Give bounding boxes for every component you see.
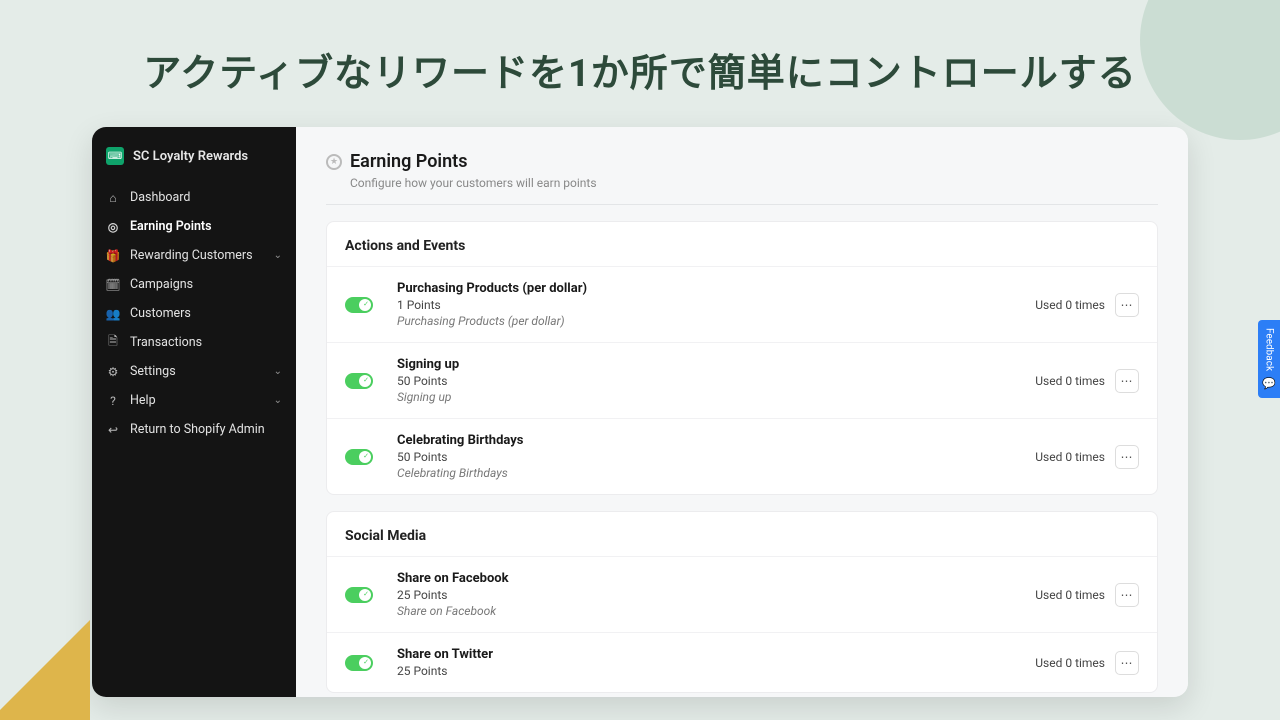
nav-icon: ⚙ [106, 365, 120, 379]
event-title: Purchasing Products (per dollar) [397, 281, 1035, 296]
sidebar-nav: ⌂ Dashboard ◎ Earning Points 🎁 Rewarding Cust… [92, 183, 296, 444]
used-count: Used 0 times [1035, 656, 1105, 670]
sidebar-item-dashboard[interactable]: ⌂ Dashboard [92, 183, 296, 212]
page-title: Earning Points [350, 151, 467, 172]
nav-label: Settings [130, 364, 176, 379]
used-count: Used 0 times [1035, 450, 1105, 464]
used-count: Used 0 times [1035, 374, 1105, 388]
event-points: 50 Points [397, 450, 1035, 464]
nav-label: Transactions [130, 335, 202, 350]
nav-icon: 🗓 [106, 278, 120, 292]
event-title: Share on Facebook [397, 571, 1035, 586]
nav-icon: ↩ [106, 423, 120, 437]
nav-label: Return to Shopify Admin [130, 422, 265, 437]
nav-label: Customers [130, 306, 191, 321]
section-title: Actions and Events [327, 222, 1157, 266]
more-button[interactable]: ⋯ [1115, 583, 1139, 607]
nav-icon: 👥 [106, 307, 120, 321]
nav-icon: 🎁 [106, 249, 120, 263]
sidebar-item-earning-points[interactable]: ◎ Earning Points [92, 212, 296, 241]
toggle-switch[interactable]: ✓ [345, 587, 373, 603]
more-button[interactable]: ⋯ [1115, 293, 1139, 317]
event-content: Share on Twitter 25 Points [397, 647, 1035, 678]
main-content: ★ Earning Points Configure how your cust… [296, 127, 1188, 697]
chevron-down-icon: ⌄ [274, 366, 282, 377]
event-title: Celebrating Birthdays [397, 433, 1035, 448]
nav-icon: 🗎 [106, 336, 120, 350]
event-content: Share on Facebook 25 Points Share on Faceb… [397, 571, 1035, 618]
used-count: Used 0 times [1035, 298, 1105, 312]
page-header: ★ Earning Points Configure how your cust… [326, 151, 1158, 205]
sidebar-item-rewarding-customers[interactable]: 🎁 Rewarding Customers ⌄ [92, 241, 296, 270]
event-row: ✓ Signing up 50 Points Signing upUsed 0 tim… [327, 342, 1157, 418]
sidebar-item-return-to-shopify-admin[interactable]: ↩ Return to Shopify Admin [92, 415, 296, 444]
used-count: Used 0 times [1035, 588, 1105, 602]
star-circle-icon: ★ [326, 154, 342, 170]
event-content: Signing up 50 Points Signing up [397, 357, 1035, 404]
event-row: ✓Celebrating Birthdays50 PointsCelebrati… [327, 418, 1157, 494]
toggle-switch[interactable]: ✓ [345, 373, 373, 389]
sidebar-item-campaigns[interactable]: 🗓 Campaigns [92, 270, 296, 299]
nav-icon: ? [106, 394, 120, 408]
nav-icon: ⌂ [106, 191, 120, 205]
nav-label: Rewarding Customers [130, 248, 253, 263]
event-row: ✓ Share on Twitter 25 PointsUsed 0 times ⋯ [327, 632, 1157, 692]
event-description: Purchasing Products (per dollar) [397, 314, 1035, 328]
marketing-headline: アクティブなリワードを1か所で簡単にコントロールする [0, 0, 1280, 127]
chevron-down-icon: ⌄ [274, 250, 282, 261]
section-card: Social Media✓Share on Facebook25 PointsS… [326, 511, 1158, 693]
event-points: 25 Points [397, 588, 1035, 602]
event-meta: Used 0 times ⋯ [1035, 583, 1139, 607]
toggle-switch[interactable]: ✓ [345, 655, 373, 671]
section-card: Actions and Events ✓ Purchasing Products (… [326, 221, 1158, 495]
sidebar-item-settings[interactable]: ⚙ Settings ⌄ [92, 357, 296, 386]
event-meta: Used 0 times ⋯ [1035, 369, 1139, 393]
nav-label: Campaigns [130, 277, 193, 292]
event-content: Purchasing Products (per dollar) 1 Points… [397, 281, 1035, 328]
more-button[interactable]: ⋯ [1115, 445, 1139, 469]
brand: ⌨ SC Loyalty Rewards [92, 139, 296, 179]
sidebar: ⌨ SC Loyalty Rewards ⌂ Dashboard ◎ Earning … [92, 127, 296, 697]
section-title: Social Media [327, 512, 1157, 556]
page-subtitle: Configure how your customers will earn p… [350, 176, 1158, 190]
event-row: ✓ Purchasing Products (per dollar) 1 Point… [327, 266, 1157, 342]
event-points: 25 Points [397, 664, 1035, 678]
event-description: Celebrating Birthdays [397, 466, 1035, 480]
event-description: Share on Facebook [397, 604, 1035, 618]
nav-label: Help [130, 393, 156, 408]
page-title-row: ★ Earning Points [326, 151, 1158, 172]
app-window: ⌨ SC Loyalty Rewards ⌂ Dashboard ◎ Earning … [92, 127, 1188, 697]
nav-label: Dashboard [130, 190, 190, 205]
brand-logo-icon: ⌨ [106, 147, 124, 165]
nav-label: Earning Points [130, 219, 212, 234]
sidebar-item-help[interactable]: ? Help ⌄ [92, 386, 296, 415]
event-meta: Used 0 times ⋯ [1035, 651, 1139, 675]
event-title: Signing up [397, 357, 1035, 372]
chevron-down-icon: ⌄ [274, 395, 282, 406]
sidebar-item-customers[interactable]: 👥 Customers [92, 299, 296, 328]
more-button[interactable]: ⋯ [1115, 369, 1139, 393]
event-points: 1 Points [397, 298, 1035, 312]
event-points: 50 Points [397, 374, 1035, 388]
more-button[interactable]: ⋯ [1115, 651, 1139, 675]
toggle-switch[interactable]: ✓ [345, 449, 373, 465]
brand-name: SC Loyalty Rewards [133, 149, 248, 164]
toggle-switch[interactable]: ✓ [345, 297, 373, 313]
sidebar-item-transactions[interactable]: 🗎 Transactions [92, 328, 296, 357]
event-row: ✓Share on Facebook25 PointsShare on Face… [327, 556, 1157, 632]
event-title: Share on Twitter [397, 647, 1035, 662]
event-meta: Used 0 times ⋯ [1035, 293, 1139, 317]
event-description: Signing up [397, 390, 1035, 404]
event-meta: Used 0 times ⋯ [1035, 445, 1139, 469]
nav-icon: ◎ [106, 220, 120, 234]
decorative-corner-bottom-left [0, 620, 90, 720]
event-content: Celebrating Birthdays 50 Points Celebratin… [397, 433, 1035, 480]
